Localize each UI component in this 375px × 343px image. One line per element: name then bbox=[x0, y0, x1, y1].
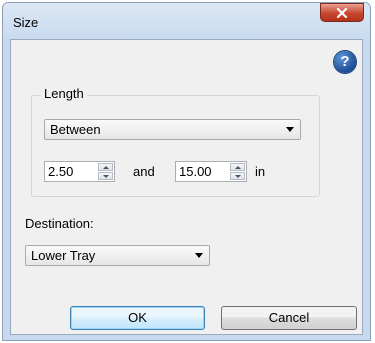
length-to-spinner[interactable]: 15.00 bbox=[175, 161, 247, 182]
destination-label: Destination: bbox=[25, 216, 94, 231]
ok-button[interactable]: OK bbox=[70, 306, 205, 330]
help-icon[interactable]: ? bbox=[334, 51, 356, 73]
arrow-up-icon bbox=[103, 166, 109, 169]
chevron-down-icon bbox=[195, 253, 203, 258]
close-icon bbox=[336, 7, 348, 18]
close-button[interactable] bbox=[320, 3, 364, 22]
length-group-label: Length bbox=[41, 86, 87, 101]
spin-up-button[interactable] bbox=[98, 163, 113, 171]
title-bar[interactable]: Size bbox=[3, 3, 370, 39]
length-mode-value: Between bbox=[50, 122, 101, 137]
unit-label: in bbox=[255, 164, 266, 179]
length-from-value: 2.50 bbox=[48, 164, 74, 179]
length-to-spin-buttons bbox=[230, 163, 245, 180]
destination-value: Lower Tray bbox=[31, 248, 96, 263]
chevron-down-icon bbox=[286, 127, 294, 132]
arrow-up-icon bbox=[235, 166, 241, 169]
spin-down-button[interactable] bbox=[230, 172, 245, 180]
length-from-spinner[interactable]: 2.50 bbox=[44, 161, 115, 182]
length-mode-select[interactable]: Between bbox=[44, 119, 301, 140]
arrow-down-icon bbox=[235, 175, 241, 178]
length-to-value: 15.00 bbox=[179, 164, 212, 179]
size-dialog: Size ? Length Between 2.50 and 15.00 in … bbox=[2, 2, 371, 341]
spin-down-button[interactable] bbox=[98, 172, 113, 180]
and-label: and bbox=[133, 164, 155, 179]
arrow-down-icon bbox=[103, 175, 109, 178]
length-from-spin-buttons bbox=[98, 163, 113, 180]
help-glyph: ? bbox=[340, 53, 350, 70]
destination-select[interactable]: Lower Tray bbox=[25, 245, 210, 266]
dialog-body: ? Length Between 2.50 and 15.00 in Desti… bbox=[10, 39, 363, 335]
window-title: Size bbox=[13, 15, 39, 30]
spin-up-button[interactable] bbox=[230, 163, 245, 171]
cancel-button[interactable]: Cancel bbox=[221, 306, 357, 330]
